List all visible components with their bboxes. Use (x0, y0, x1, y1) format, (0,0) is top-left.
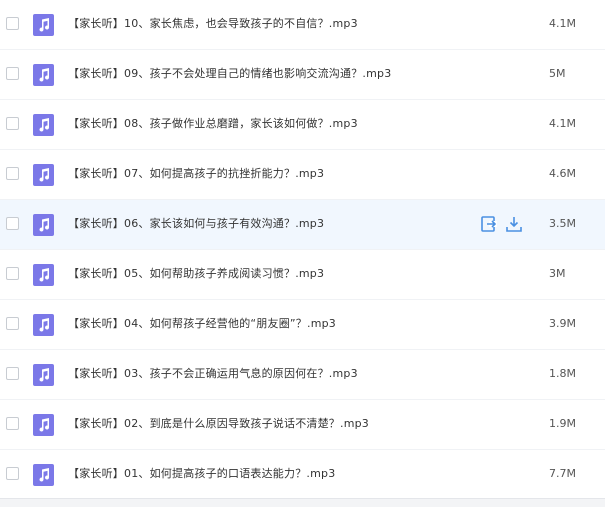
file-size: 1.8M (549, 367, 576, 380)
row-checkbox[interactable] (6, 267, 19, 280)
file-row[interactable]: 【家长听】10、家长焦虑，也会导致孩子的不自信？.mp3 4.1M (0, 0, 605, 50)
file-name[interactable]: 【家长听】04、如何帮孩子经营他的“朋友圈”？.mp3 (68, 316, 336, 332)
music-note-icon (33, 314, 54, 336)
file-name[interactable]: 【家长听】02、到底是什么原因导致孩子说话不清楚？.mp3 (68, 416, 369, 432)
music-note-icon (33, 164, 54, 186)
music-note-icon (33, 114, 54, 136)
music-note-icon (33, 464, 54, 486)
row-checkbox[interactable] (6, 117, 19, 130)
music-note-icon (33, 414, 54, 436)
file-size: 5M (549, 67, 566, 80)
file-row[interactable]: 【家长听】03、孩子不会正确运用气息的原因何在？.mp3 1.8M (0, 350, 605, 400)
file-row[interactable]: 【家长听】02、到底是什么原因导致孩子说话不清楚？.mp3 1.9M (0, 400, 605, 450)
file-row[interactable]: 【家长听】05、如何帮助孩子养成阅读习惯？.mp3 3M (0, 250, 605, 300)
file-name[interactable]: 【家长听】05、如何帮助孩子养成阅读习惯？.mp3 (68, 266, 324, 282)
file-size: 3.5M (549, 217, 576, 230)
file-size: 4.1M (549, 117, 576, 130)
file-name[interactable]: 【家长听】01、如何提高孩子的口语表达能力？.mp3 (68, 466, 335, 482)
file-size: 3.9M (549, 317, 576, 330)
row-checkbox[interactable] (6, 317, 19, 330)
row-checkbox[interactable] (6, 217, 19, 230)
file-name[interactable]: 【家长听】09、孩子不会处理自己的情绪也影响交流沟通？.mp3 (68, 66, 391, 82)
file-size: 1.9M (549, 417, 576, 430)
file-size: 4.6M (549, 167, 576, 180)
row-checkbox[interactable] (6, 467, 19, 480)
file-name[interactable]: 【家长听】07、如何提高孩子的抗挫折能力？.mp3 (68, 166, 324, 182)
file-name[interactable]: 【家长听】10、家长焦虑，也会导致孩子的不自信？.mp3 (68, 16, 358, 32)
row-checkbox[interactable] (6, 367, 19, 380)
music-note-icon (33, 64, 54, 86)
file-name[interactable]: 【家长听】08、孩子做作业总磨蹭，家长该如何做？.mp3 (68, 116, 358, 132)
row-checkbox[interactable] (6, 67, 19, 80)
file-row[interactable]: 【家长听】01、如何提高孩子的口语表达能力？.mp3 7.7M (0, 450, 605, 500)
file-row[interactable]: 【家长听】04、如何帮孩子经营他的“朋友圈”？.mp3 3.9M (0, 300, 605, 350)
file-row[interactable]: 【家长听】09、孩子不会处理自己的情绪也影响交流沟通？.mp3 5M (0, 50, 605, 100)
file-row[interactable]: 【家长听】08、孩子做作业总磨蹭，家长该如何做？.mp3 4.1M (0, 100, 605, 150)
file-row[interactable]: 【家长听】07、如何提高孩子的抗挫折能力？.mp3 4.6M (0, 150, 605, 200)
file-name[interactable]: 【家长听】03、孩子不会正确运用气息的原因何在？.mp3 (68, 366, 358, 382)
share-icon[interactable] (479, 214, 499, 234)
music-note-icon (33, 264, 54, 286)
horizontal-scrollbar[interactable] (0, 498, 605, 507)
music-note-icon (33, 364, 54, 386)
download-icon[interactable] (504, 214, 524, 234)
music-note-icon (33, 14, 54, 36)
file-list: 【家长听】10、家长焦虑，也会导致孩子的不自信？.mp3 4.1M 【家长听】0… (0, 0, 605, 507)
file-size: 7.7M (549, 467, 576, 480)
file-row[interactable]: 【家长听】06、家长该如何与孩子有效沟通？.mp3 3.5M (0, 200, 605, 250)
row-checkbox[interactable] (6, 17, 19, 30)
file-name[interactable]: 【家长听】06、家长该如何与孩子有效沟通？.mp3 (68, 216, 324, 232)
file-size: 3M (549, 267, 566, 280)
file-size: 4.1M (549, 17, 576, 30)
row-checkbox[interactable] (6, 417, 19, 430)
music-note-icon (33, 214, 54, 236)
row-checkbox[interactable] (6, 167, 19, 180)
